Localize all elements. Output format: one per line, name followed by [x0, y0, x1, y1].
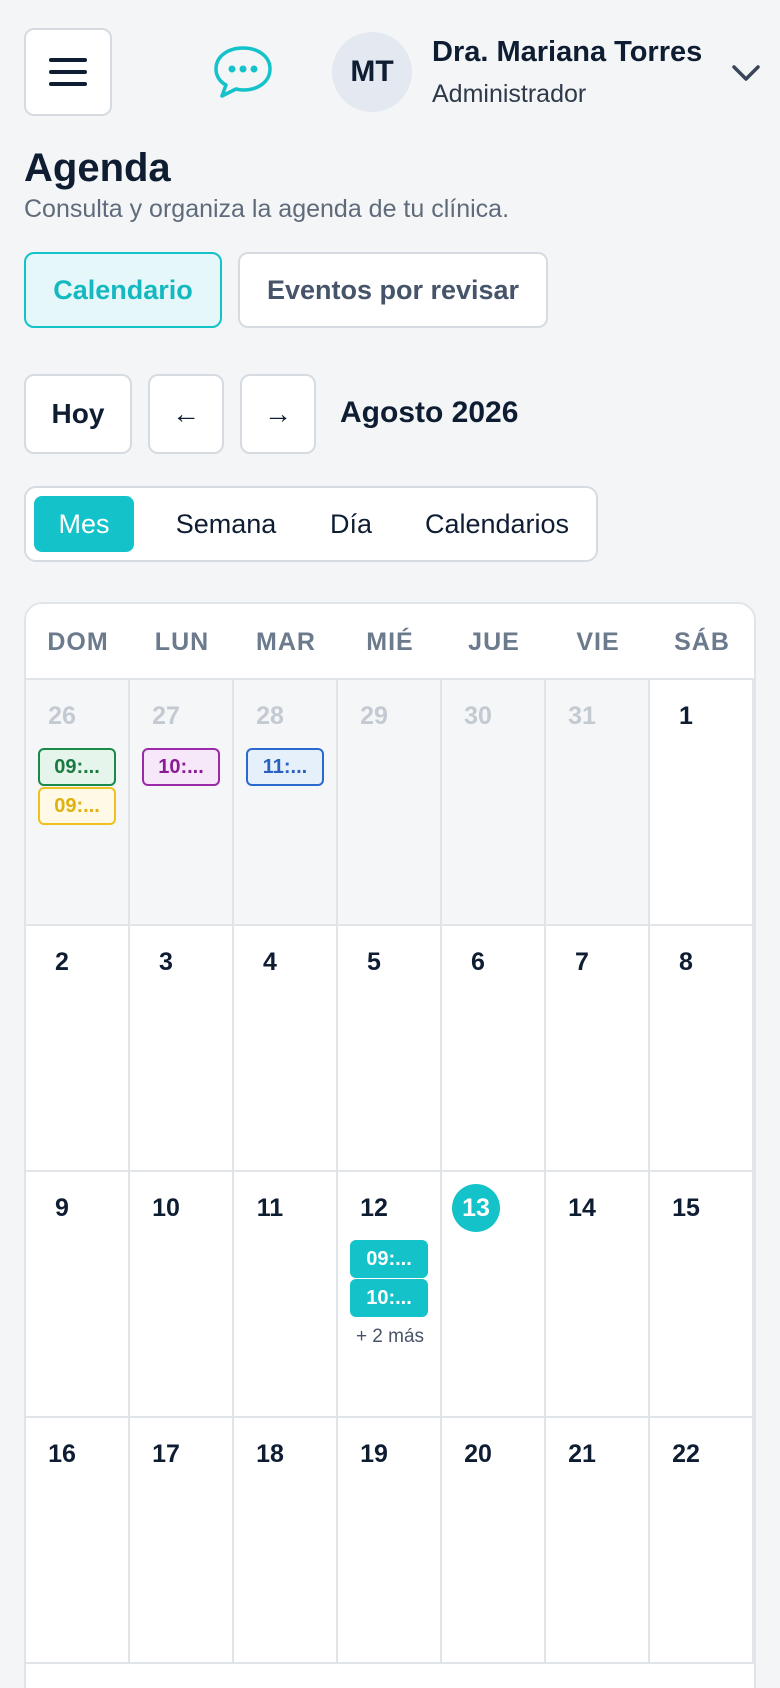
- previous-month-button[interactable]: ←: [148, 374, 224, 454]
- day-number: 10: [152, 1194, 180, 1222]
- calendar-day-cell[interactable]: 6: [442, 926, 546, 1172]
- day-number: 11: [256, 1194, 284, 1222]
- calendar-day-cell[interactable]: 15: [650, 1172, 754, 1418]
- user-role: Administrador: [432, 80, 587, 108]
- menu-icon-bar: [49, 70, 87, 74]
- chat-icon[interactable]: [212, 44, 274, 100]
- day-number: 8: [679, 948, 693, 976]
- day-number: 4: [263, 948, 277, 976]
- calendar-day-cell[interactable]: 19: [338, 1418, 442, 1664]
- calendar-day-cell[interactable]: 30: [442, 680, 546, 926]
- calendar-event[interactable]: 10:...: [350, 1279, 428, 1317]
- day-number: 30: [464, 702, 492, 730]
- view-selector: Mes Semana Día Calendarios: [24, 486, 598, 562]
- day-number: 20: [464, 1440, 492, 1468]
- calendar-day-cell[interactable]: 18: [234, 1418, 338, 1664]
- user-name: Dra. Mariana Torres: [432, 36, 703, 68]
- day-number: 18: [256, 1440, 284, 1468]
- calendar-day-cell[interactable]: 20: [442, 1418, 546, 1664]
- calendar-event[interactable]: 11:...: [246, 748, 324, 786]
- view-month-button[interactable]: Mes: [34, 496, 134, 552]
- calendar-day-cell[interactable]: 31: [546, 680, 650, 926]
- day-number: 22: [672, 1440, 700, 1468]
- calendar-event[interactable]: 09:...: [350, 1240, 428, 1278]
- day-number: 28: [256, 702, 284, 730]
- day-number: 1: [679, 702, 693, 730]
- day-number: 17: [152, 1440, 180, 1468]
- calendar-day-cell[interactable]: 17: [130, 1418, 234, 1664]
- calendar-day-cell[interactable]: 7: [546, 926, 650, 1172]
- calendar-day-cell[interactable]: 11: [234, 1172, 338, 1418]
- calendar-day-cell[interactable]: 27 10:...: [130, 680, 234, 926]
- calendar-event[interactable]: 09:...: [38, 787, 116, 825]
- app-header: MT Dra. Mariana Torres Administrador: [0, 0, 780, 130]
- more-events-link[interactable]: + 2 más: [338, 1326, 442, 1348]
- weekday-label: SÁB: [674, 627, 730, 656]
- calendar-event[interactable]: 10:...: [142, 748, 220, 786]
- calendar-day-cell[interactable]: 12 09:... 10:... + 2 más: [338, 1172, 442, 1418]
- day-number: 2: [55, 948, 69, 976]
- month-calendar-grid: DOM LUN MAR MIÉ JUE VIE SÁB 26 09:... 09:... 27 10…: [24, 602, 756, 1688]
- day-number: 9: [55, 1194, 69, 1222]
- calendar-day-cell[interactable]: 26 09:... 09:...: [26, 680, 130, 926]
- calendar-event[interactable]: 09:...: [38, 748, 116, 786]
- hamburger-menu-button[interactable]: [24, 28, 112, 116]
- current-month-label: Agosto 2026: [340, 396, 519, 429]
- day-number: 12: [360, 1194, 388, 1222]
- day-number: 15: [672, 1194, 700, 1222]
- day-number: 27: [152, 702, 180, 730]
- calendar-day-cell[interactable]: 13: [442, 1172, 546, 1418]
- page-title: Agenda: [24, 146, 171, 190]
- today-button[interactable]: Hoy: [24, 374, 132, 454]
- today-day-number: 13: [452, 1184, 500, 1232]
- day-number: 5: [367, 948, 381, 976]
- user-avatar[interactable]: MT: [332, 32, 412, 112]
- day-number: 16: [48, 1440, 76, 1468]
- weekday-header-row: DOM LUN MAR MIÉ JUE VIE SÁB: [26, 604, 754, 680]
- day-number: 29: [360, 702, 388, 730]
- day-number: 26: [48, 702, 76, 730]
- view-week-button[interactable]: Semana: [156, 496, 296, 552]
- calendar-day-cell[interactable]: 29: [338, 680, 442, 926]
- weekday-label: LUN: [154, 627, 210, 656]
- view-day-button[interactable]: Día: [310, 496, 392, 552]
- calendar-day-cell[interactable]: 3: [130, 926, 234, 1172]
- day-number: 21: [568, 1440, 596, 1468]
- calendar-day-cell[interactable]: 10: [130, 1172, 234, 1418]
- next-month-button[interactable]: →: [240, 374, 316, 454]
- calendar-day-cell[interactable]: 2: [26, 926, 130, 1172]
- day-number: 31: [568, 702, 596, 730]
- weekday-label: MAR: [256, 627, 316, 656]
- menu-icon-bar: [49, 58, 87, 62]
- weekday-label: JUE: [468, 627, 520, 656]
- menu-icon-bar: [49, 82, 87, 86]
- weekday-label: VIE: [576, 627, 620, 656]
- calendar-day-cell[interactable]: 4: [234, 926, 338, 1172]
- day-number: 3: [159, 948, 173, 976]
- view-calendars-button[interactable]: Calendarios: [412, 496, 582, 552]
- calendar-day-cell[interactable]: 22: [650, 1418, 754, 1664]
- chevron-down-icon[interactable]: [730, 62, 762, 84]
- day-number: 14: [568, 1194, 596, 1222]
- page-subtitle: Consulta y organiza la agenda de tu clín…: [24, 195, 510, 223]
- calendar-day-cell[interactable]: 16: [26, 1418, 130, 1664]
- tab-calendario[interactable]: Calendario: [24, 252, 222, 328]
- day-number: 19: [360, 1440, 388, 1468]
- calendar-day-cell[interactable]: 1: [650, 680, 754, 926]
- calendar-day-cell[interactable]: 9: [26, 1172, 130, 1418]
- weekday-label: MIÉ: [366, 627, 414, 656]
- calendar-day-cell[interactable]: 5: [338, 926, 442, 1172]
- day-number: 7: [575, 948, 589, 976]
- tab-eventos-por-revisar[interactable]: Eventos por revisar: [238, 252, 548, 328]
- weekday-label: DOM: [47, 627, 109, 656]
- calendar-day-cell[interactable]: 21: [546, 1418, 650, 1664]
- calendar-day-cell[interactable]: 14: [546, 1172, 650, 1418]
- day-number: 6: [471, 948, 485, 976]
- calendar-day-cell[interactable]: 28 11:...: [234, 680, 338, 926]
- calendar-day-cell[interactable]: 8: [650, 926, 754, 1172]
